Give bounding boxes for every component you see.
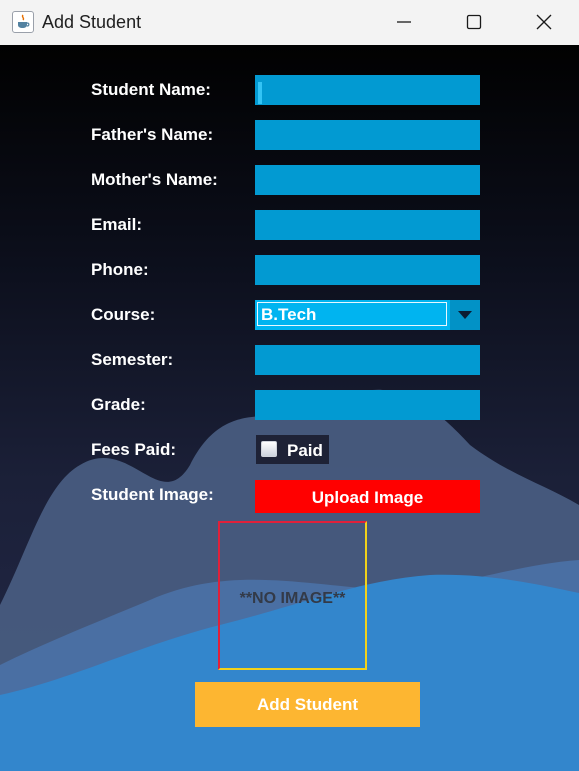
window-title: Add Student — [42, 12, 142, 32]
email-input[interactable] — [255, 210, 480, 240]
upload-image-button[interactable]: Upload Image — [255, 480, 480, 513]
phone-label: Phone: — [91, 260, 149, 279]
close-icon — [536, 14, 552, 30]
father-name-input[interactable] — [255, 120, 480, 150]
fees-paid-label: Fees Paid: — [91, 440, 177, 459]
title-bar: Add Student — [0, 0, 579, 45]
student-image-preview: **NO IMAGE** — [218, 521, 367, 670]
close-button[interactable] — [509, 0, 579, 45]
maximize-button[interactable] — [439, 0, 509, 45]
maximize-icon — [466, 14, 482, 30]
course-selected-value[interactable]: B.Tech — [257, 302, 447, 326]
course-label: Course: — [91, 305, 156, 324]
mother-name-label: Mother's Name: — [91, 170, 218, 189]
paid-checkbox-label[interactable]: Paid — [287, 441, 323, 461]
student-name-input[interactable] — [255, 75, 480, 105]
semester-label: Semester: — [91, 350, 174, 369]
no-image-placeholder: **NO IMAGE** — [239, 590, 346, 607]
email-label: Email: — [91, 215, 143, 234]
java-cup-icon — [12, 11, 34, 33]
paid-checkbox[interactable] — [261, 441, 277, 457]
grade-label: Grade: — [91, 395, 146, 414]
form-panel: Student Name: Father's Name: Mother's Na… — [0, 45, 579, 771]
text-caret — [258, 82, 262, 104]
course-dropdown-button[interactable] — [450, 300, 480, 330]
minimize-button[interactable] — [369, 0, 439, 45]
chevron-down-icon — [458, 311, 472, 319]
course-dropdown[interactable]: B.Tech — [255, 300, 480, 330]
mother-name-input[interactable] — [255, 165, 480, 195]
father-name-label: Father's Name: — [91, 125, 214, 144]
minimize-icon — [397, 21, 411, 23]
student-name-label: Student Name: — [91, 80, 211, 99]
grade-input[interactable] — [255, 390, 480, 420]
phone-input[interactable] — [255, 255, 480, 285]
semester-input[interactable] — [255, 345, 480, 375]
add-student-button[interactable]: Add Student — [195, 682, 420, 727]
paid-checkbox-group[interactable]: Paid — [256, 435, 329, 464]
student-image-label: Student Image: — [91, 485, 214, 504]
